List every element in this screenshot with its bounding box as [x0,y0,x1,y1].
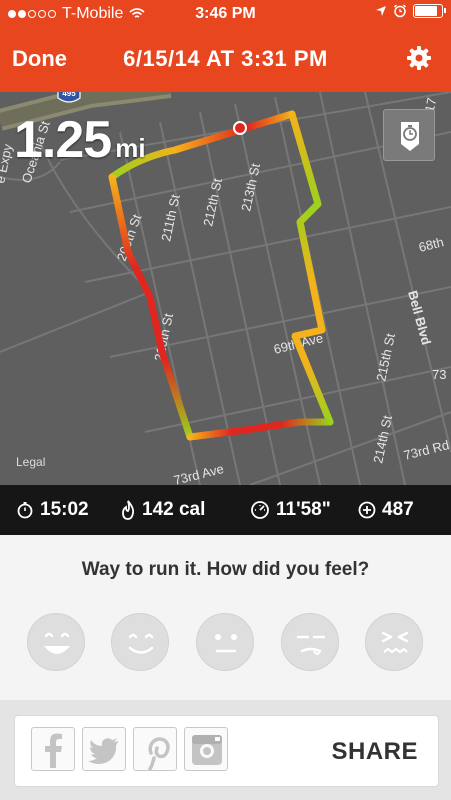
share-card: SHARE [14,715,439,787]
face-bad-icon [381,631,409,654]
street-label: 68th [417,234,445,255]
pace-value: 11'58" [276,499,331,520]
distance-unit: mi [115,133,146,163]
face-amazing-button[interactable] [27,613,85,671]
twitter-icon [88,738,118,764]
street-label: 73rd Rd [402,437,451,463]
stat-calories: 142 cal [120,499,205,521]
share-button[interactable]: SHARE [331,738,418,766]
status-right-group [375,4,446,18]
stats-bar: 15:02 142 cal 11'58" 487 [0,485,451,535]
pinterest-button[interactable] [133,727,177,771]
street-label: 211th St [158,193,183,243]
calories-value: 142 cal [142,499,206,520]
stopwatch-button[interactable] [383,109,435,161]
route-map[interactable]: 495 Oceania St 209th St 211th St 212th S… [0,92,451,485]
stat-duration: 15:02 [16,499,89,521]
face-good-button[interactable] [111,613,169,671]
feel-prompt: Way to run it. How did you feel? [81,559,370,580]
street-label: e Expy [0,142,15,184]
instagram-icon [192,735,222,765]
highway-shield-icon: 495 [57,92,81,103]
battery-icon [413,4,446,18]
feel-section: Way to run it. How did you feel? [0,535,451,700]
stopwatch-icon [401,122,419,151]
page-title: 6/15/14 AT 3:31 PM [123,46,328,71]
alarm-icon [393,4,407,18]
street-label: 213th St [238,162,263,213]
elevation-value: 487 [382,499,414,520]
pinterest-icon [148,737,170,771]
stat-pace: 11'58" [250,499,331,521]
face-amazing-icon [44,632,70,654]
face-neutral-icon [215,634,237,653]
distance-readout: 1.25 mi [14,110,146,170]
plus-circle-icon [358,501,376,519]
face-meh-icon [296,635,326,655]
route-start-marker [233,121,247,135]
instagram-button[interactable] [184,727,228,771]
twitter-button[interactable] [82,727,126,771]
face-bad-button[interactable] [365,613,423,671]
duration-value: 15:02 [40,499,89,520]
speedometer-icon [251,501,269,519]
gear-icon[interactable] [405,44,433,72]
street-label: 73 [432,367,446,382]
stopwatch-icon [17,502,33,519]
share-area: SHARE [0,700,451,800]
highway-shield-label: 495 [62,92,76,98]
legal-link[interactable]: Legal [16,455,45,469]
face-good-icon [128,633,154,654]
facebook-button[interactable] [31,727,75,771]
flame-icon [122,500,135,520]
status-bar: T-Mobile 3:46 PM [0,0,451,28]
face-meh-button[interactable] [281,613,339,671]
facebook-icon [45,733,62,768]
nav-bar: Done 6/15/14 AT 3:31 PM [0,28,451,92]
face-neutral-button[interactable] [196,613,254,671]
street-label: 73rd Ave [172,461,225,485]
distance-value: 1.25 [14,111,112,169]
stat-elevation: 487 [358,499,414,521]
street-label: Bell Blvd [405,289,434,347]
location-arrow-icon [376,6,386,16]
